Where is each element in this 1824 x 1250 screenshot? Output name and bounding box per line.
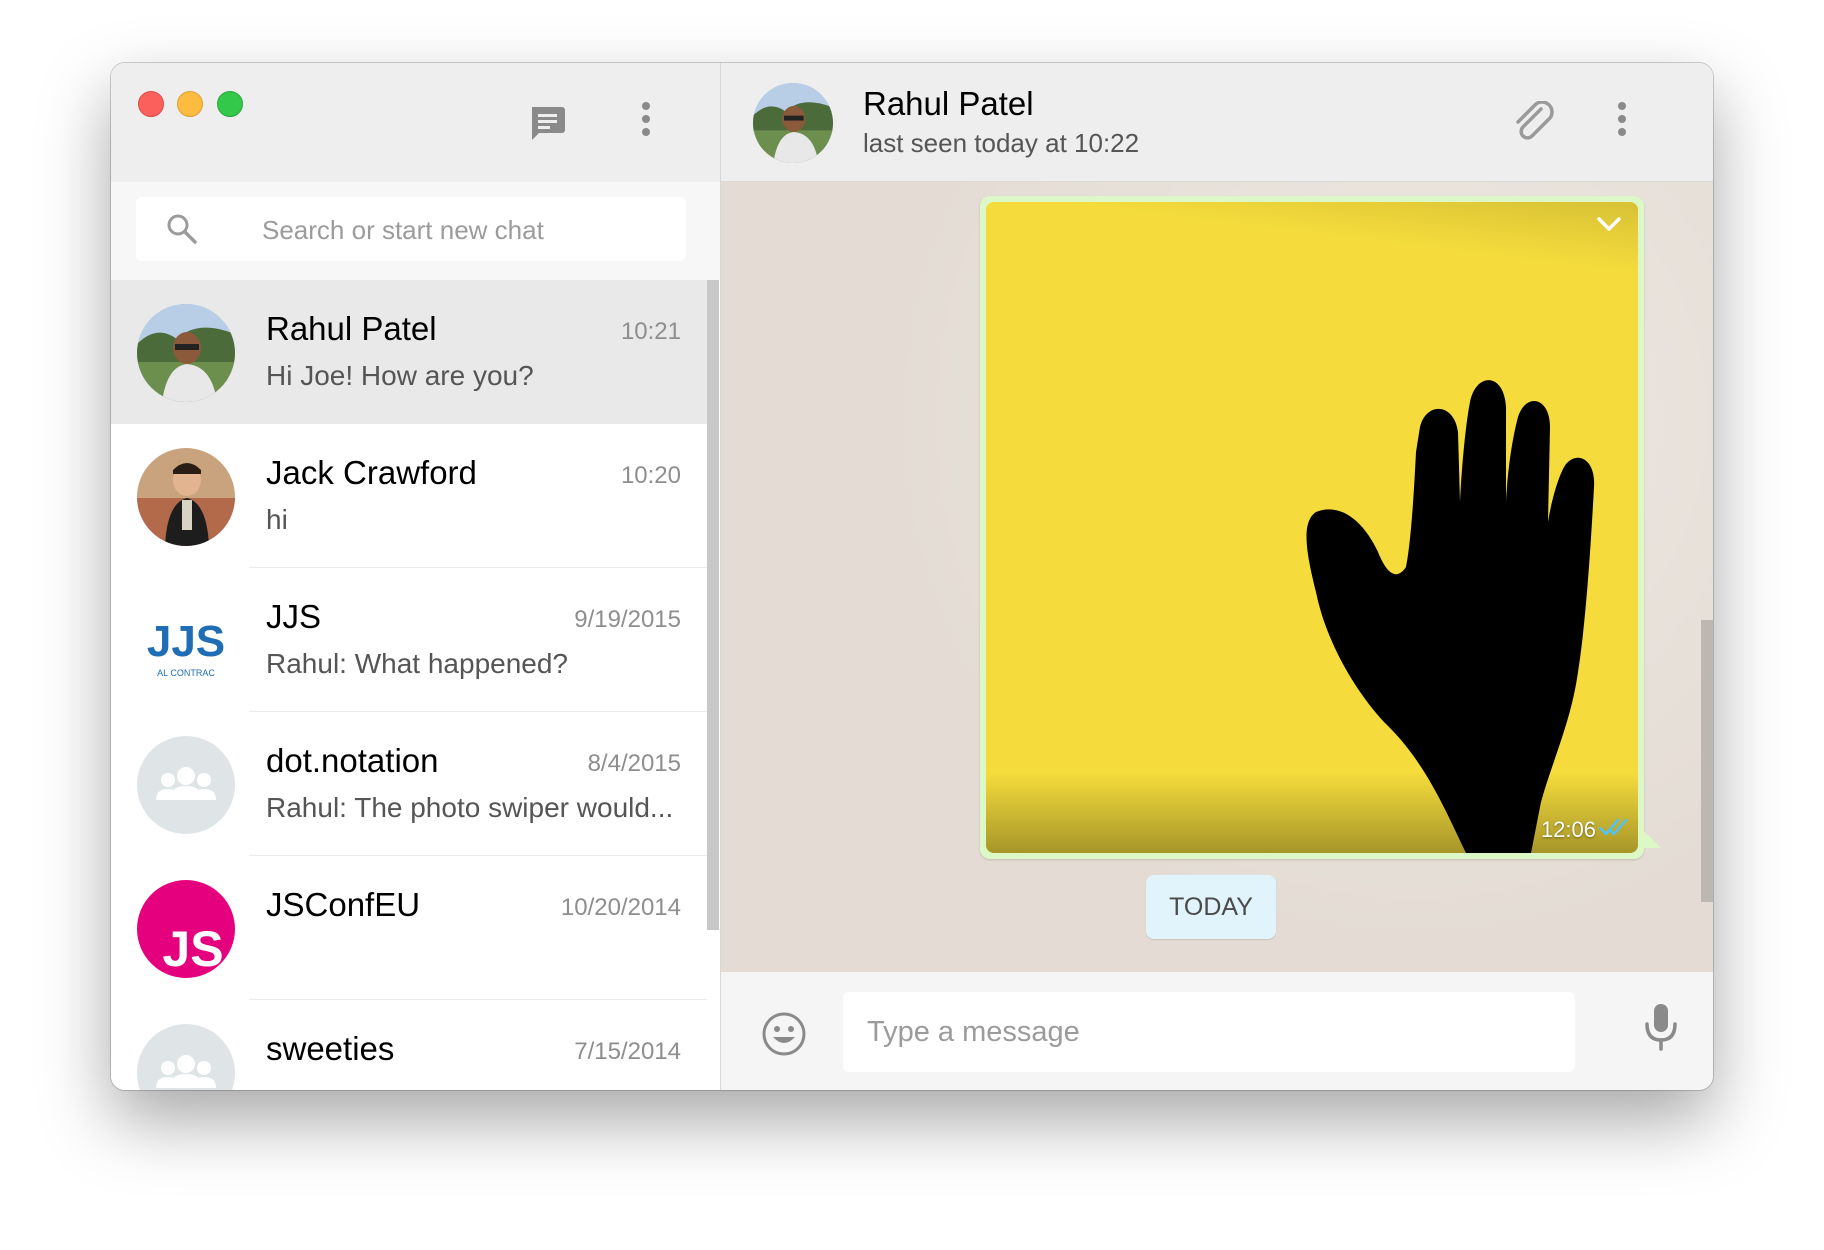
image-message-bubble[interactable]: 12:06 [980, 196, 1644, 859]
chat-time: 10/20/2014 [560, 894, 681, 921]
emoji-icon[interactable] [761, 1011, 807, 1062]
chat-name: dot.notation [266, 742, 439, 779]
sidebar-scrollbar[interactable] [707, 280, 719, 930]
avatar-photo [137, 304, 235, 402]
jjs-logo: JJS AL CONTRAC [137, 592, 235, 690]
avatar-photo [137, 448, 235, 546]
chat-preview: Hi Joe! How are you? [266, 360, 534, 391]
chat-item-jjs[interactable]: JJS AL CONTRAC JJS 9/19/2015 Rahul: What… [111, 568, 707, 712]
chevron-down-icon[interactable] [1594, 212, 1624, 241]
conversation-header: Rahul Patel last seen today at 10:22 [721, 63, 1713, 182]
chat-time: 8/4/2015 [587, 750, 681, 777]
chat-preview: Rahul: The photo swiper would... [266, 792, 674, 823]
chat-name: JJS [266, 598, 322, 635]
bubble-tail [1641, 828, 1661, 848]
jsconf-logo-text: JS [162, 921, 223, 977]
sidebar-menu-icon[interactable] [638, 99, 654, 144]
composer-bar [721, 972, 1713, 1090]
chat-item-jack-crawford[interactable]: Jack Crawford 10:20 hi [111, 424, 707, 568]
window-zoom-button[interactable] [217, 91, 243, 117]
sidebar-header [111, 63, 720, 182]
conversation-pane: Rahul Patel last seen today at 10:22 12:… [721, 63, 1713, 1090]
jsconf-logo: JS [137, 880, 235, 978]
chat-time: 10:20 [620, 462, 681, 489]
search-icon [166, 213, 198, 250]
window-minimize-button[interactable] [177, 91, 203, 117]
message-time: 12:06 [1540, 817, 1596, 842]
conversation-scrollbar[interactable] [1701, 620, 1713, 902]
new-chat-icon[interactable] [527, 103, 567, 148]
chat-name: Jack Crawford [266, 454, 477, 491]
conversation-menu-icon[interactable] [1614, 99, 1630, 144]
chat-item-sweeties[interactable]: sweeties 7/15/2014 [111, 1000, 707, 1090]
chat-name: JSConfEU [266, 886, 421, 923]
chat-item-jsconfeu[interactable]: JS JSConfEU 10/20/2014 [111, 856, 707, 1000]
chat-sidebar: Rahul Patel 10:21 Hi Joe! How are you? [111, 63, 721, 1090]
search-bar-area [111, 182, 720, 280]
message-area: 12:06 TODAY [721, 182, 1713, 972]
contact-name[interactable]: Rahul Patel [863, 85, 1034, 123]
chat-preview: Rahul: What happened? [266, 648, 568, 679]
date-separator: TODAY [1146, 875, 1276, 939]
chat-name: Rahul Patel [266, 310, 437, 347]
chat-list: Rahul Patel 10:21 Hi Joe! How are you? J… [111, 280, 707, 1090]
jjs-logo-subtext: AL CONTRAC [157, 668, 215, 678]
microphone-icon[interactable] [1643, 1002, 1679, 1057]
jjs-logo-text: JJS [147, 617, 225, 666]
chat-item-dot-notation[interactable]: dot.notation 8/4/2015 Rahul: The photo s… [111, 712, 707, 856]
image-top-shade [986, 202, 1638, 282]
chat-time: 7/15/2014 [574, 1038, 681, 1065]
chat-time: 9/19/2015 [574, 606, 681, 633]
group-icon [137, 736, 235, 834]
app-window: Rahul Patel 10:21 Hi Joe! How are you? [111, 63, 1713, 1090]
hand-silhouette-image [986, 202, 1638, 853]
search-box [136, 197, 686, 263]
message-image[interactable]: 12:06 [986, 202, 1638, 853]
contact-avatar[interactable] [753, 83, 833, 163]
chat-preview: hi [266, 504, 288, 535]
chat-item-rahul-patel[interactable]: Rahul Patel 10:21 Hi Joe! How are you? [111, 280, 707, 424]
window-close-button[interactable] [138, 91, 164, 117]
search-input[interactable] [260, 197, 664, 263]
message-input[interactable] [843, 992, 1575, 1072]
chat-name: sweeties [266, 1030, 395, 1067]
group-icon [137, 1024, 235, 1090]
read-ticks-icon [1598, 816, 1630, 843]
paperclip-icon[interactable] [1511, 100, 1557, 150]
chat-time: 10:21 [620, 318, 681, 345]
contact-status: last seen today at 10:22 [863, 128, 1140, 158]
